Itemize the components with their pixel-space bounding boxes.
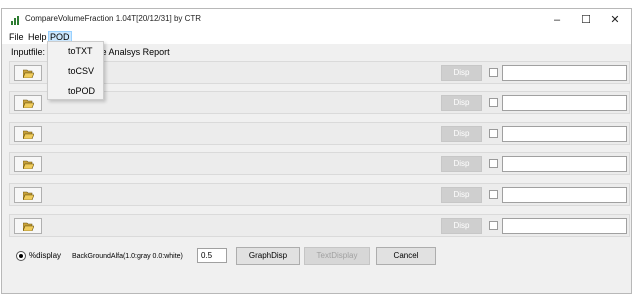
radio-selected-dot (19, 254, 23, 258)
row-text-field[interactable] (502, 187, 627, 203)
menu-item-to-txt[interactable]: toTXT (68, 46, 93, 56)
menu-help[interactable]: Help (27, 31, 48, 44)
open-folder-icon (23, 130, 34, 139)
file-row-3: Disp (9, 122, 630, 145)
minimize-button[interactable]: – (543, 11, 571, 29)
open-folder-icon (23, 222, 34, 231)
disp-button[interactable]: Disp (441, 187, 482, 203)
menu-item-to-pod[interactable]: toPOD (68, 86, 95, 96)
menu-file[interactable]: File (8, 31, 25, 44)
menu-item-to-csv[interactable]: toCSV (68, 66, 94, 76)
row-checkbox[interactable] (489, 159, 498, 168)
row-checkbox[interactable] (489, 221, 498, 230)
row-checkbox[interactable] (489, 129, 498, 138)
open-folder-icon (23, 69, 34, 78)
disp-button[interactable]: Disp (441, 65, 482, 81)
app-chart-icon (11, 16, 19, 25)
open-folder-button[interactable] (14, 156, 42, 172)
close-button[interactable]: ✕ (601, 11, 629, 29)
open-folder-button[interactable] (14, 65, 42, 81)
row-text-field[interactable] (502, 156, 627, 172)
open-folder-button[interactable] (14, 187, 42, 203)
row-text-field[interactable] (502, 126, 627, 142)
percent-display-radio[interactable] (16, 251, 26, 261)
open-folder-icon (23, 160, 34, 169)
row-checkbox[interactable] (489, 68, 498, 77)
row-text-field[interactable] (502, 65, 627, 81)
row-checkbox[interactable] (489, 190, 498, 199)
disp-button[interactable]: Disp (441, 156, 482, 172)
open-folder-button[interactable] (14, 218, 42, 234)
row-text-field[interactable] (502, 218, 627, 234)
graph-disp-button[interactable]: GraphDisp (236, 247, 300, 265)
row-text-field[interactable] (502, 95, 627, 111)
disp-button[interactable]: Disp (441, 218, 482, 234)
file-row-4: Disp (9, 152, 630, 175)
background-alpha-label: BackGroundAlfa(1.0:gray 0.0:white) (72, 253, 183, 260)
file-row-5: Disp (9, 183, 630, 206)
row-checkbox[interactable] (489, 98, 498, 107)
cancel-button[interactable]: Cancel (376, 247, 436, 265)
open-folder-button[interactable] (14, 95, 42, 111)
open-folder-icon (23, 191, 34, 200)
file-row-6: Disp (9, 214, 630, 237)
pod-dropdown-menu: toTXT toCSV toPOD (47, 41, 104, 100)
open-folder-button[interactable] (14, 126, 42, 142)
title-bar[interactable]: CompareVolumeFraction 1.04T[20/12/31] by… (2, 9, 631, 31)
window-title: CompareVolumeFraction 1.04T[20/12/31] by… (25, 14, 202, 23)
maximize-button[interactable]: ☐ (572, 11, 600, 29)
background-alpha-input[interactable] (197, 248, 227, 263)
percent-display-label: %display (29, 251, 62, 260)
disp-button[interactable]: Disp (441, 126, 482, 142)
text-display-button[interactable]: TextDisplay (304, 247, 370, 265)
disp-button[interactable]: Disp (441, 95, 482, 111)
open-folder-icon (23, 99, 34, 108)
